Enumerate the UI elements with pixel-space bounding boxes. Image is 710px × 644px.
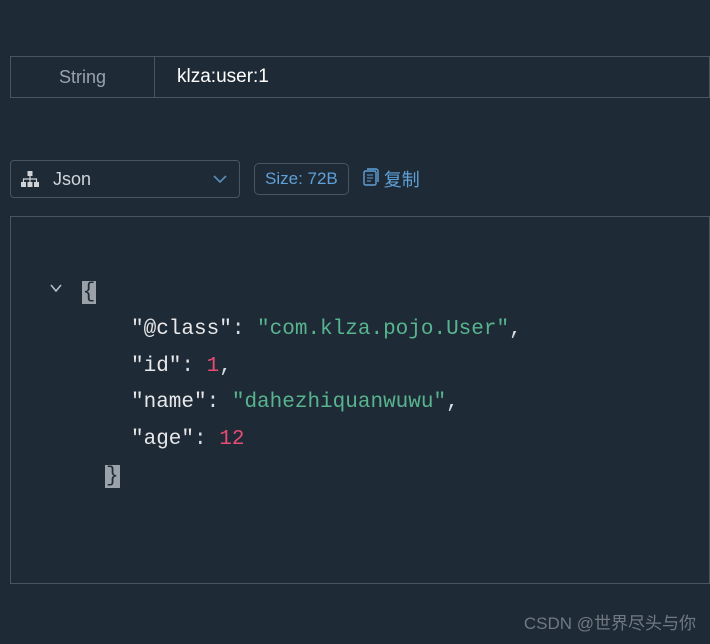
json-line-close: }	[49, 459, 689, 496]
copy-label: 复制	[384, 166, 420, 192]
json-line-open: {	[49, 275, 689, 312]
chevron-down-icon	[213, 171, 227, 187]
json-line: "id": 1,	[49, 349, 689, 386]
copy-icon	[363, 168, 379, 191]
view-mode-label: Json	[53, 169, 91, 190]
view-mode-select[interactable]: Json	[10, 160, 240, 198]
json-editor[interactable]: { "@class": "com.klza.pojo.User", "id": …	[10, 216, 710, 584]
copy-button[interactable]: 复制	[363, 166, 420, 192]
json-line: "name": "dahezhiquanwuwu",	[49, 385, 689, 422]
open-brace: {	[82, 281, 97, 304]
type-label: String	[59, 67, 106, 88]
json-line: "age": 12	[49, 422, 689, 459]
close-brace: }	[105, 465, 120, 488]
collapse-toggle-icon[interactable]	[49, 283, 63, 295]
sitemap-icon	[21, 171, 39, 187]
size-label: Size: 72B	[265, 169, 338, 188]
size-badge: Size: 72B	[254, 163, 349, 195]
json-line: "@class": "com.klza.pojo.User",	[49, 312, 689, 349]
watermark: CSDN @世界尽头与你	[524, 609, 696, 634]
toolbar: Json Size: 72B 复制	[10, 160, 710, 198]
key-input[interactable]	[155, 57, 709, 97]
key-row: String	[10, 56, 710, 98]
type-tab[interactable]: String	[11, 57, 155, 97]
